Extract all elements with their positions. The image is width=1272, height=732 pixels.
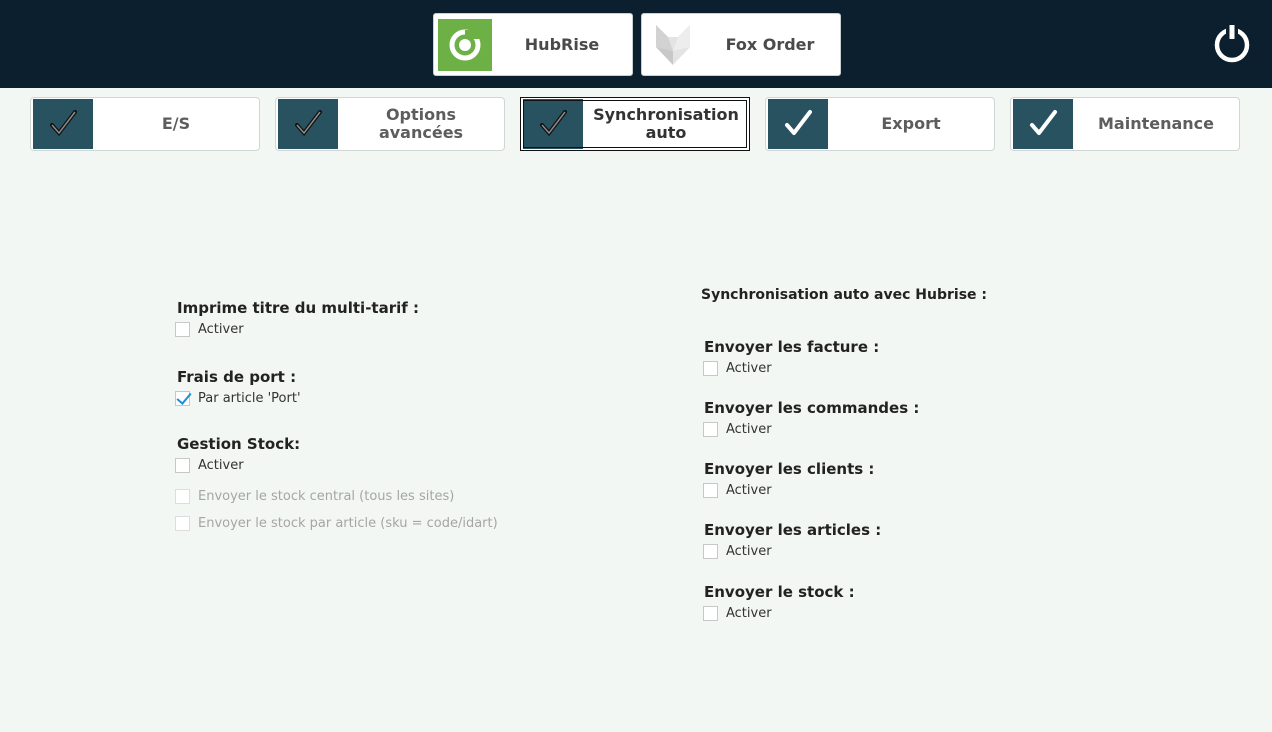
tab-maintenance[interactable]: Maintenance [1010,97,1240,151]
commandes-section: Envoyer les commandes : Activer [703,399,920,439]
checkmark-icon [278,99,338,149]
commandes-checkbox[interactable] [703,421,718,437]
factures-option-label: Activer [726,360,772,376]
frais-port-section: Frais de port : Par article 'Port' [175,368,301,408]
stock-checkbox[interactable] [703,605,718,621]
stock-central-checkbox [175,488,190,504]
stock-central-label: Envoyer le stock central (tous les sites… [198,488,455,504]
multi-tarif-checkbox[interactable] [175,321,190,337]
top-bar: HubRise Fox Order [0,0,1272,88]
sync-heading: Synchronisation auto avec Hubrise : [701,287,987,303]
tab-es-label: E/S [161,114,191,133]
tab-export-label: Export [881,114,941,133]
sync-heading-text: Synchronisation auto avec Hubrise : [701,287,988,303]
fox-order-button[interactable]: Fox Order [641,13,841,76]
tab-synchronisation-auto-label: Synchronisation auto [593,105,739,142]
tab-export[interactable]: Export [765,97,995,151]
stock-central-row: Envoyer le stock central (tous les sites… [175,486,498,506]
fox-logo-icon [646,19,700,71]
checkmark-icon [523,99,583,149]
commandes-row[interactable]: Activer [703,419,919,439]
clients-section: Envoyer les clients : Activer [703,460,875,500]
gestion-stock-checkbox[interactable] [175,457,190,473]
clients-option-label: Activer [726,482,772,498]
stock-section: Envoyer le stock : Activer [703,583,855,623]
multi-tarif-activer-row[interactable]: Activer [175,319,419,339]
gestion-stock-option-label: Activer [198,457,244,473]
frais-port-checkbox[interactable] [175,390,190,406]
clients-row[interactable]: Activer [703,480,874,500]
checkmark-icon [1013,99,1073,149]
tab-maintenance-label: Maintenance [1097,114,1214,133]
stock-article-checkbox [175,515,190,531]
frais-port-title: Frais de port : [177,368,297,386]
checkmark-icon [33,99,93,149]
gestion-stock-title: Gestion Stock: [177,435,301,453]
factures-title: Envoyer les facture : [704,338,880,356]
gestion-stock-section: Gestion Stock: Activer Envoyer le stock … [175,435,498,533]
stock-article-label: Envoyer le stock par article (sku = code… [198,515,498,531]
stock-article-row: Envoyer le stock par article (sku = code… [175,513,498,533]
articles-section: Envoyer les articles : Activer [703,521,882,561]
commandes-option-label: Activer [726,421,772,437]
articles-title: Envoyer les articles : [704,521,882,539]
stock-option-label: Activer [726,605,772,621]
multi-tarif-title: Imprime titre du multi-tarif : [177,299,419,317]
multi-tarif-option-label: Activer [198,321,244,337]
tab-options-avancees[interactable]: Options avancées [275,97,505,151]
fox-order-label: Fox Order [725,35,815,54]
factures-row[interactable]: Activer [703,358,879,378]
articles-row[interactable]: Activer [703,541,881,561]
hubrise-button[interactable]: HubRise [433,13,633,76]
factures-section: Envoyer les facture : Activer [703,338,880,378]
articles-option-label: Activer [726,543,772,559]
tab-options-avancees-label: Options avancées [378,105,464,142]
tab-es[interactable]: E/S [30,97,260,151]
factures-checkbox[interactable] [703,360,718,376]
hubrise-logo-icon [438,18,492,71]
power-icon[interactable] [1212,22,1252,64]
clients-title: Envoyer les clients : [704,460,875,478]
commandes-title: Envoyer les commandes : [704,399,920,417]
hubrise-label: HubRise [524,35,600,54]
clients-checkbox[interactable] [703,482,718,498]
articles-checkbox[interactable] [703,543,718,559]
stock-row[interactable]: Activer [703,603,855,623]
frais-port-option-label: Par article 'Port' [198,390,301,406]
stock-title: Envoyer le stock : [704,583,855,601]
frais-port-row[interactable]: Par article 'Port' [175,388,301,408]
multi-tarif-section: Imprime titre du multi-tarif : Activer [175,299,419,339]
checkmark-icon [768,99,828,149]
tab-synchronisation-auto[interactable]: Synchronisation auto [520,97,750,151]
gestion-stock-activer-row[interactable]: Activer [175,455,498,475]
